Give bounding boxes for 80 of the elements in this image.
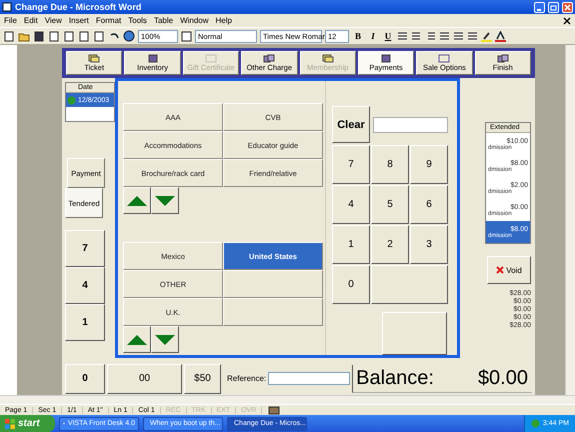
keypad-key[interactable]: 8	[371, 145, 409, 184]
start-button[interactable]: start	[0, 415, 55, 432]
keypad-key[interactable]: 7	[65, 230, 105, 267]
document-icon	[2, 2, 12, 12]
justify-icon	[439, 31, 450, 41]
windows-flag-icon	[5, 418, 15, 428]
align-left-icon	[397, 31, 408, 41]
keypad-key[interactable]: 00	[107, 364, 182, 394]
triangle-down-icon	[155, 196, 175, 206]
reference-field[interactable]	[268, 372, 350, 385]
network-icon	[530, 419, 540, 428]
close-button[interactable]	[562, 2, 573, 12]
tickets-icon	[322, 54, 334, 64]
window-title: Change Due - Microsoft Word	[15, 2, 142, 12]
void-button[interactable]: Void	[487, 256, 531, 284]
blank-button[interactable]	[382, 312, 447, 355]
menu-item[interactable]: Insert	[68, 16, 89, 25]
stack-icon	[263, 54, 276, 64]
scroll-up-button[interactable]	[123, 187, 151, 214]
minimize-button[interactable]	[534, 2, 545, 12]
keypad-key[interactable]: 4	[332, 185, 370, 224]
check-icon	[67, 96, 76, 104]
tickets-icon	[88, 54, 100, 64]
balance-label: Balance:	[356, 366, 434, 390]
keypad-key[interactable]: 0	[65, 364, 105, 394]
menu-item[interactable]: Window	[180, 16, 209, 25]
keypad-key[interactable]: 3	[410, 225, 448, 264]
save-icon	[33, 30, 45, 42]
format-button[interactable]: I	[367, 31, 379, 41]
triangle-down-icon	[155, 334, 175, 344]
menu-item[interactable]: Table	[154, 16, 174, 25]
format-button[interactable]: U	[382, 31, 394, 41]
menu-item[interactable]: Help	[216, 16, 232, 25]
blank-key[interactable]	[371, 265, 448, 304]
menu-item[interactable]: File	[4, 16, 17, 25]
format-button[interactable]: B	[352, 31, 364, 41]
box-icon	[146, 54, 159, 64]
reference-label: Reference:	[227, 374, 266, 383]
vertical-scrollbar[interactable]	[565, 45, 575, 395]
keypad-key[interactable]: 4	[65, 267, 105, 304]
restore-icon	[550, 4, 557, 10]
close-icon	[563, 16, 571, 24]
menu-item[interactable]: Format	[96, 16, 122, 25]
book-icon	[268, 406, 280, 414]
menu-item[interactable]: Tools	[128, 16, 147, 25]
triangle-up-icon	[127, 334, 147, 344]
keypad-key[interactable]: 1	[65, 304, 105, 341]
keypad-key[interactable]: $50	[184, 364, 221, 394]
keypad-key[interactable]: 5	[371, 185, 409, 224]
keypad-key[interactable]: 9	[410, 145, 448, 184]
page-icon	[3, 30, 15, 42]
card-icon	[438, 54, 450, 64]
numbered-list-icon	[453, 31, 464, 41]
x-icon	[496, 266, 504, 274]
restore-button[interactable]	[548, 2, 559, 12]
close-icon	[564, 4, 571, 10]
scroll-down-button[interactable]	[151, 187, 179, 214]
keypad-key[interactable]: 7	[332, 145, 370, 184]
keypad-key[interactable]: 0	[332, 265, 370, 304]
menu-item[interactable]: View	[44, 16, 62, 25]
card-icon	[204, 54, 217, 64]
keypad-key[interactable]: 6	[410, 185, 448, 224]
balance-amount: $0.00	[478, 366, 528, 390]
align-center-icon	[411, 31, 422, 41]
amount-field[interactable]	[373, 116, 448, 132]
scroll-up-button[interactable]	[123, 326, 151, 353]
bullet-list-icon	[467, 31, 478, 41]
triangle-up-icon	[127, 196, 147, 206]
globe-icon	[123, 30, 135, 42]
scroll-down-button[interactable]	[151, 326, 179, 353]
keypad-key[interactable]: 2	[371, 225, 409, 264]
menu-item[interactable]: Edit	[24, 16, 38, 25]
clear-button[interactable]: Clear	[332, 106, 370, 143]
align-right-icon	[425, 31, 436, 41]
font-color-icon	[495, 30, 506, 42]
highlight-icon	[481, 30, 492, 42]
stack-icon	[496, 54, 509, 64]
keypad-key[interactable]: 1	[332, 225, 370, 264]
box-icon	[380, 54, 392, 64]
horizontal-scrollbar[interactable]	[0, 395, 575, 404]
